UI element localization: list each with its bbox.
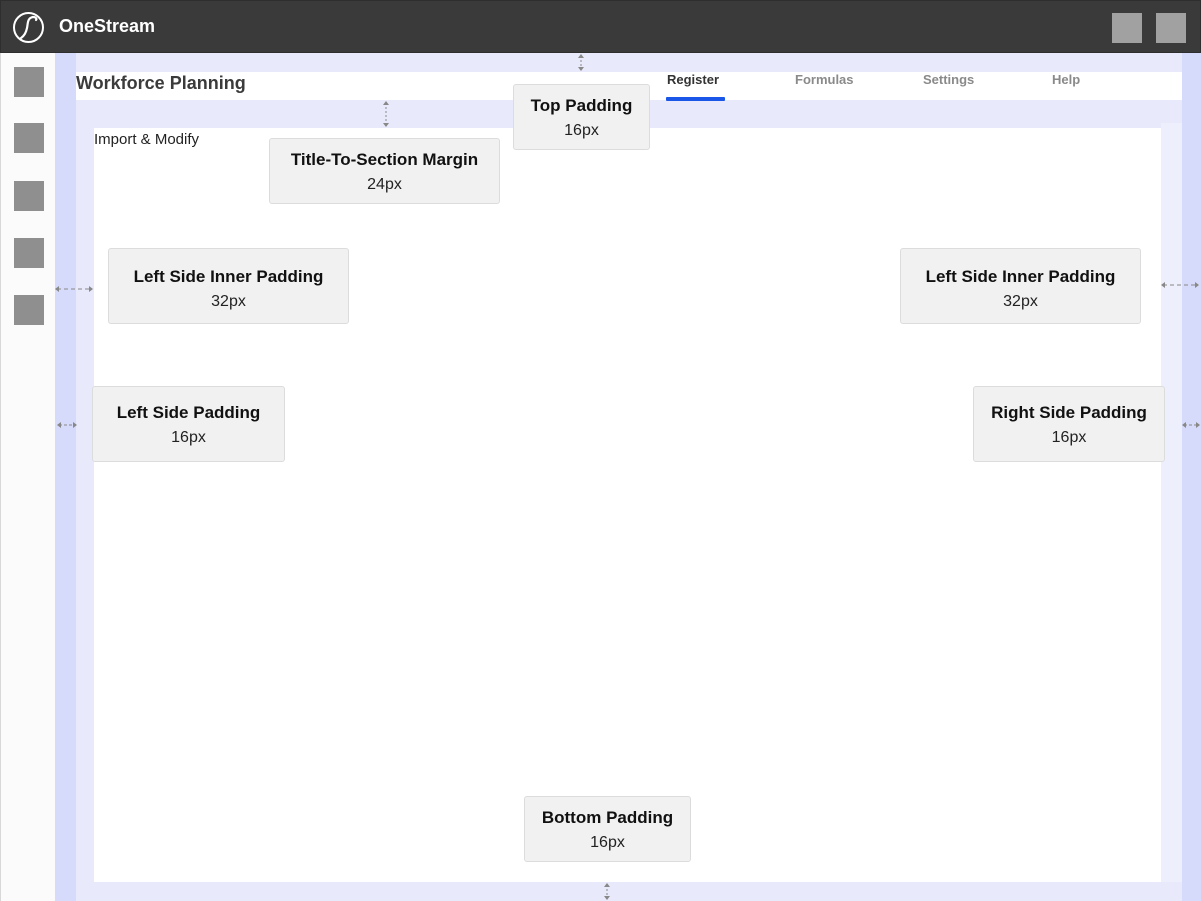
horizontal-measure-icon: [55, 286, 93, 292]
horizontal-measure-icon: [1161, 282, 1199, 288]
app-name: OneStream: [59, 16, 156, 36]
callout-value: 16px: [1051, 429, 1087, 446]
left-padding-callout: Left Side Padding 16px: [92, 386, 285, 462]
sidebar-item-4[interactable]: [14, 238, 44, 268]
callout-value: 16px: [171, 429, 206, 446]
vertical-measure-icon: [383, 101, 389, 127]
callout-value: 32px: [1003, 293, 1038, 310]
callout-title: Title-To-Section Margin: [290, 150, 479, 169]
right-inner-padding-callout: Left Side Inner Padding 32px: [900, 248, 1141, 324]
callout-title: Left Side Padding: [116, 403, 261, 422]
bottom-padding-callout: Bottom Padding 16px: [524, 796, 691, 862]
tab-help[interactable]: Help: [1052, 72, 1080, 87]
section-title: Import & Modify: [94, 131, 200, 148]
active-tab-indicator: [666, 97, 725, 101]
callout-title: Left Side Inner Padding: [133, 267, 324, 286]
right-inner-padding-highlight: [1161, 123, 1182, 882]
toolbar-button-2[interactable]: [1156, 13, 1186, 43]
toolbar-button-1[interactable]: [1112, 13, 1142, 43]
section-panel: [94, 128, 1161, 882]
horizontal-measure-icon: [57, 422, 77, 428]
callout-title: Bottom Padding: [541, 808, 674, 827]
callout-title: Top Padding: [530, 96, 633, 115]
tab-formulas[interactable]: Formulas: [795, 72, 854, 87]
sidebar-item-1[interactable]: [14, 67, 44, 97]
horizontal-measure-icon: [1182, 422, 1200, 428]
callout-title: Left Side Inner Padding: [925, 267, 1116, 286]
top-padding-callout: Top Padding 16px: [513, 84, 650, 150]
sidebar-item-5[interactable]: [14, 295, 44, 325]
onestream-logo-icon[interactable]: [12, 11, 45, 44]
tab-settings[interactable]: Settings: [923, 72, 974, 87]
tab-register[interactable]: Register: [667, 72, 719, 87]
callout-title: Right Side Padding: [991, 403, 1147, 422]
sidebar-item-2[interactable]: [14, 123, 44, 153]
sidebar: [0, 53, 55, 901]
title-to-section-callout: Title-To-Section Margin 24px: [269, 138, 500, 204]
callout-value: 16px: [564, 122, 599, 139]
page-title: Workforce Planning: [76, 73, 246, 93]
right-padding-highlight: [1182, 53, 1201, 901]
vertical-measure-icon: [604, 883, 610, 900]
right-padding-callout: Right Side Padding 16px: [973, 386, 1165, 462]
callout-value: 32px: [211, 293, 246, 310]
top-bar: OneStream: [0, 0, 1201, 53]
callout-value: 16px: [590, 834, 625, 851]
callout-value: 24px: [367, 176, 402, 193]
vertical-measure-icon: [578, 54, 584, 71]
sidebar-item-3[interactable]: [14, 181, 44, 211]
left-padding-highlight: [55, 53, 76, 901]
left-inner-padding-callout: Left Side Inner Padding 32px: [108, 248, 349, 324]
